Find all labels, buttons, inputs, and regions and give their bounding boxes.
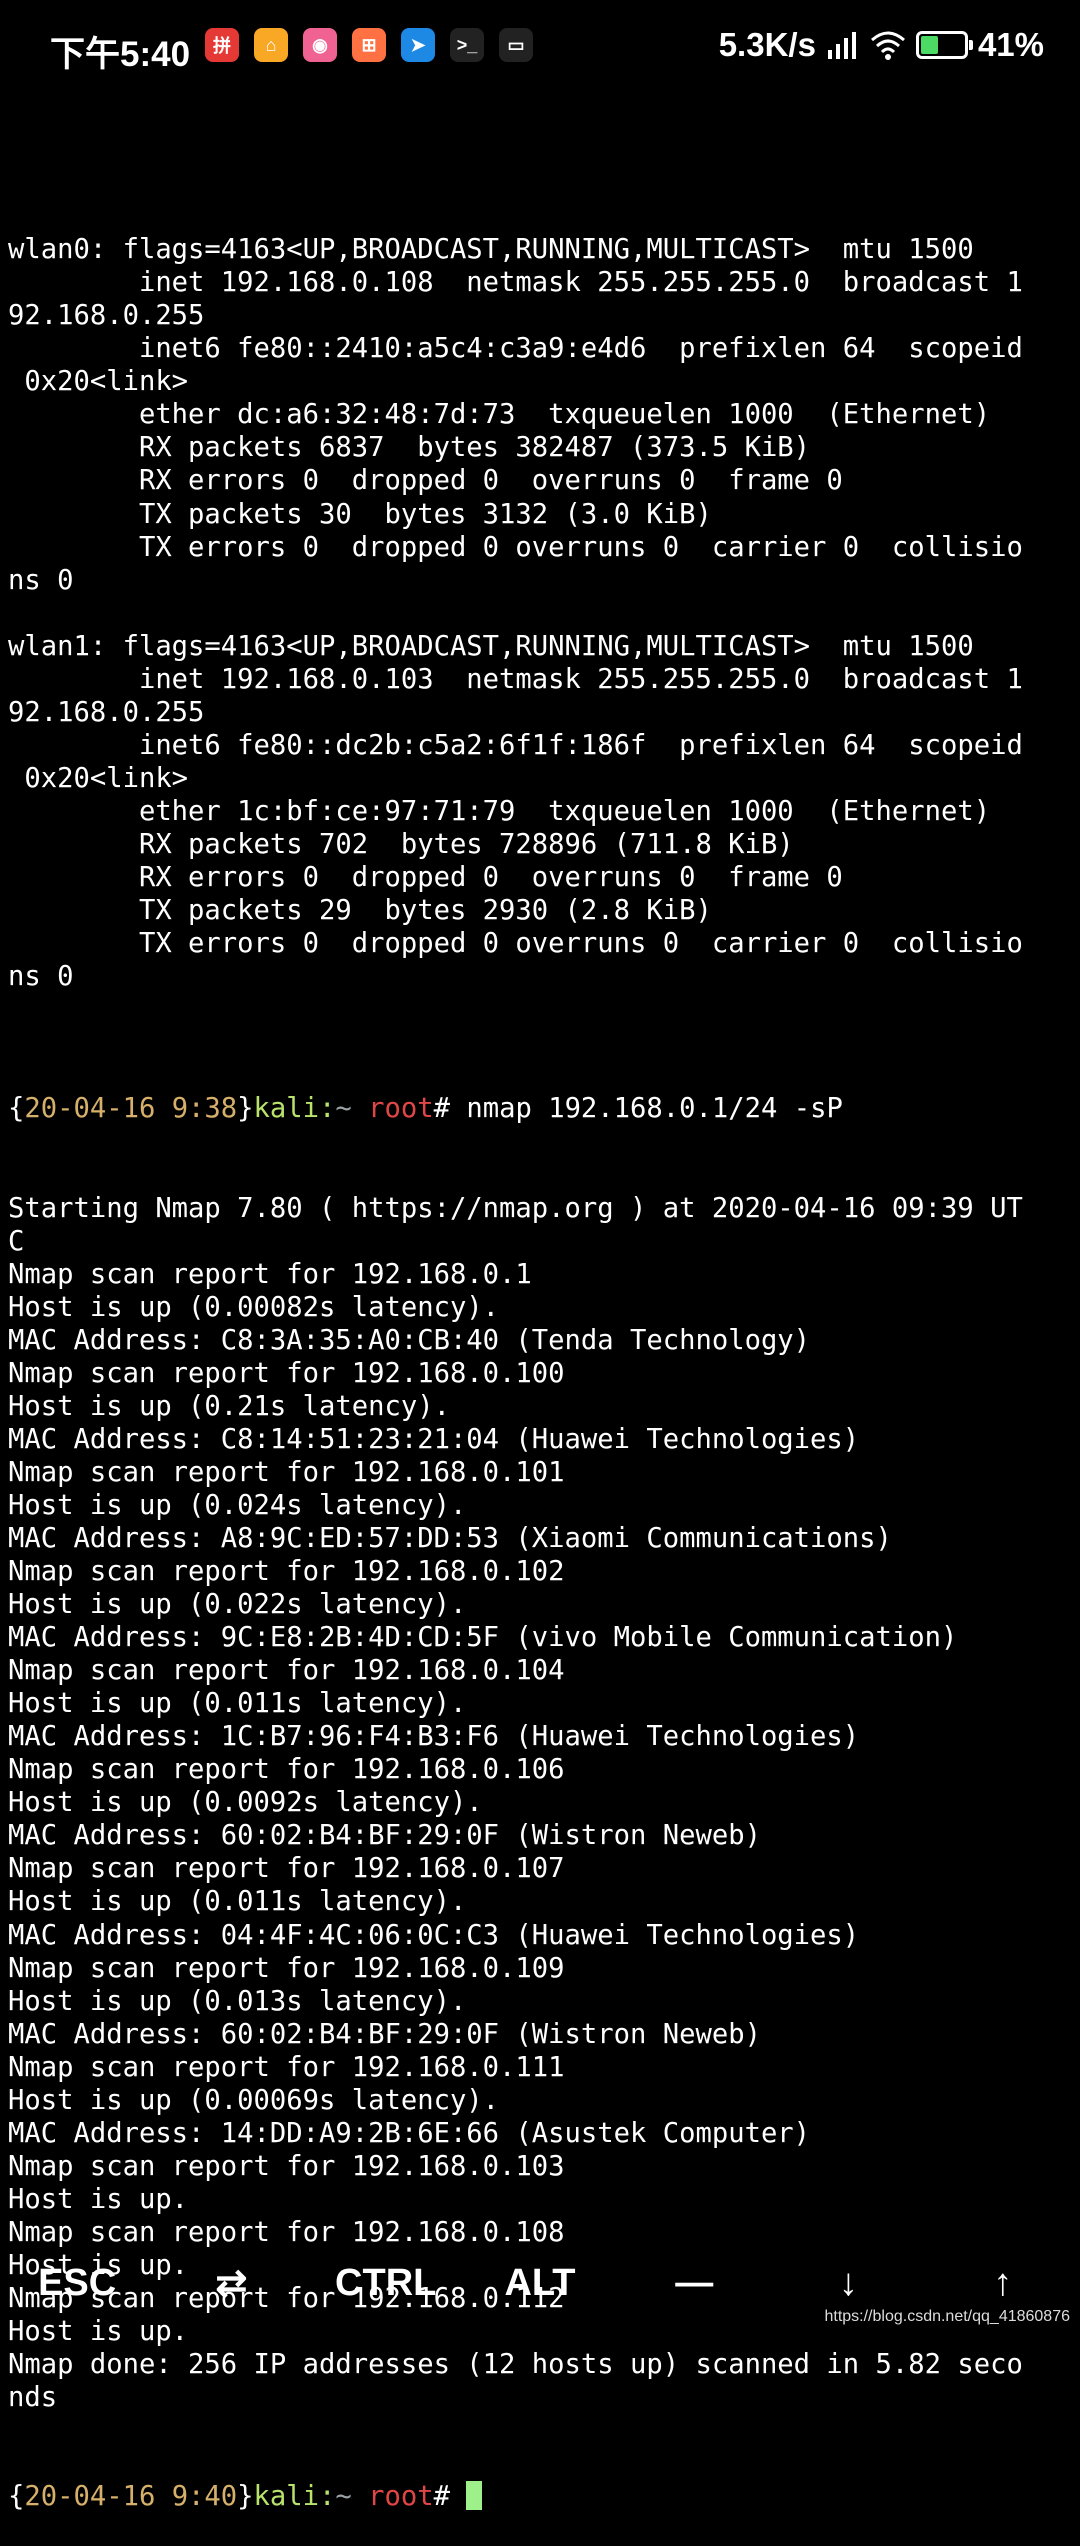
nmap-line: Nmap scan report for 192.168.0.1 [8,1258,532,1290]
ifconfig-line: TX packets 29 bytes 2930 (2.8 KiB) [8,895,712,927]
terminal-output[interactable]: wlan0: flags=4163<UP,BROADCAST,RUNNING,M… [8,134,1072,2546]
ifconfig-line: wlan0: flags=4163<UP,BROADCAST,RUNNING,M… [8,234,974,266]
nmap-line: MAC Address: 04:4F:4C:06:0C:C3 (Huawei T… [8,1919,860,1951]
ifconfig-line: RX packets 702 bytes 728896 (711.8 KiB) [8,828,794,860]
ifconfig-line: inet 192.168.0.108 netmask 255.255.255.0… [8,267,1023,299]
notification-icons: 拼 ⌂ ◉ ⊞ ➤ >_ ▭ [205,28,533,62]
ifconfig-line: TX errors 0 dropped 0 overruns 0 carrier… [8,928,1023,960]
ifconfig-line: ns 0 [8,961,74,993]
ifconfig-line: 92.168.0.255 [8,300,205,332]
prompt-user-2: root [351,2481,434,2513]
nmap-line: Host is up (0.0092s latency). [8,1787,483,1819]
dash-key[interactable]: — [617,2238,771,2328]
nmap-line: MAC Address: C8:14:51:23:21:04 (Huawei T… [8,1423,860,1455]
esc-key[interactable]: ESC [0,2238,154,2328]
nmap-line: Starting Nmap 7.80 ( https://nmap.org ) … [8,1192,1023,1224]
status-right: 5.3K/s 41% [719,26,1044,64]
watermark: https://blog.csdn.net/qq_41860876 [824,2308,1070,2325]
status-bar: 下午5:40 拼 ⌂ ◉ ⊞ ➤ >_ ▭ 5.3K/s 41% [0,0,1080,100]
ifconfig-output: wlan0: flags=4163<UP,BROADCAST,RUNNING,M… [8,200,1072,1026]
nmap-line: MAC Address: A8:9C:ED:57:DD:53 (Xiaomi C… [8,1522,892,1554]
app-icon-1: 拼 [205,28,239,62]
nmap-line: Nmap scan report for 192.168.0.101 [8,1456,565,1488]
tab-key[interactable]: ⇄ [154,2238,308,2328]
nmap-line: Nmap scan report for 192.168.0.102 [8,1556,565,1588]
ifconfig-line [8,200,1072,233]
nmap-line: MAC Address: 9C:E8:2B:4D:CD:5F (vivo Mob… [8,1622,958,1654]
terminal-icon: >_ [450,28,484,62]
ifconfig-line: 0x20<link> [8,366,189,398]
nmap-line: Host is up (0.21s latency). [8,1390,450,1422]
nmap-line: MAC Address: 60:02:B4:BF:29:0F (Wistron … [8,1820,761,1852]
ifconfig-line: RX packets 6837 bytes 382487 (373.5 KiB) [8,432,811,464]
net-speed: 5.3K/s [718,26,816,63]
nmap-line: MAC Address: C8:3A:35:A0:CB:40 (Tenda Te… [8,1324,811,1356]
nmap-line: Host is up. [8,2183,189,2215]
screen-icon: ▭ [499,28,533,62]
nmap-line: Nmap scan report for 192.168.0.100 [8,1357,565,1389]
status-time: 下午5:40 [50,35,191,74]
app-icon-4: ⊞ [352,28,386,62]
prompt-date-2: 20-04-16 9:40 [24,2481,238,2513]
nmap-line: MAC Address: 14:DD:A9:2B:6E:66 (Asustek … [8,2117,811,2149]
nmap-line: Nmap done: 256 IP addresses (12 hosts up… [8,2349,1023,2381]
prompt-host: kali: [253,1093,336,1125]
ifconfig-line: ether dc:a6:32:48:7d:73 txqueuelen 1000 … [8,399,991,431]
prompt-user: root [351,1093,434,1125]
text-cursor[interactable] [466,2481,483,2511]
ifconfig-line [8,993,1072,1026]
battery-percent: 41% [977,26,1044,63]
ifconfig-line: wlan1: flags=4163<UP,BROADCAST,RUNNING,M… [8,630,974,662]
ifconfig-line: RX errors 0 dropped 0 overruns 0 frame 0 [8,465,843,497]
prompt-line-1: {20-04-16 9:38}kali:~ root# nmap 192.168… [8,1093,843,1125]
nmap-line: Host is up (0.00069s latency). [8,2084,500,2116]
battery-level [920,36,939,54]
prompt-date: 20-04-16 9:38 [24,1093,238,1125]
nmap-line: Nmap scan report for 192.168.0.104 [8,1655,565,1687]
nmap-line: Nmap scan report for 192.168.0.103 [8,2150,565,2182]
nmap-line: Nmap scan report for 192.168.0.111 [8,2051,565,2083]
signal-icon [827,32,856,59]
nmap-line: Host is up (0.011s latency). [8,1886,467,1918]
app-icon-2: ⌂ [254,28,288,62]
nmap-line: C [8,1225,25,1257]
nmap-line: MAC Address: 1C:B7:96:F4:B3:F6 (Huawei T… [8,1721,860,1753]
prompt-host-2: kali: [253,2481,336,2513]
ifconfig-line: RX errors 0 dropped 0 overruns 0 frame 0 [8,862,843,894]
wifi-icon [870,31,905,60]
ifconfig-line: ns 0 [8,564,74,596]
prompt-line-2[interactable]: {20-04-16 9:40}kali:~ root# [8,2480,1072,2513]
app-icon-3: ◉ [303,28,337,62]
prompt-command: nmap 192.168.0.1/24 -sP [466,1093,843,1125]
nmap-line: Host is up (0.024s latency). [8,1489,467,1521]
nmap-line: Nmap scan report for 192.168.0.107 [8,1853,565,1885]
nmap-line: Nmap scan report for 192.168.0.109 [8,1952,565,1984]
nmap-line: Nmap scan report for 192.168.0.106 [8,1754,565,1786]
nmap-line: Host is up (0.013s latency). [8,1985,467,2017]
nmap-output: Starting Nmap 7.80 ( https://nmap.org ) … [8,1192,1072,2415]
ifconfig-line: ether 1c:bf:ce:97:71:79 txqueuelen 1000 … [8,795,991,827]
nmap-line: nds [8,2382,58,2414]
ifconfig-line: inet6 fe80::dc2b:c5a2:6f1f:186f prefixle… [8,729,1023,761]
ifconfig-line: inet 192.168.0.103 netmask 255.255.255.0… [8,663,1023,695]
ctrl-key[interactable]: CTRL [309,2238,463,2328]
ifconfig-line: 92.168.0.255 [8,696,205,728]
ifconfig-line: inet6 fe80::2410:a5c4:c3a9:e4d6 prefixle… [8,333,1023,365]
alt-key[interactable]: ALT [463,2238,617,2328]
nmap-line: Host is up (0.00082s latency). [8,1291,500,1323]
ifconfig-line: TX errors 0 dropped 0 overruns 0 carrier… [8,531,1023,563]
battery-icon [915,31,973,59]
nmap-line: Host is up (0.022s latency). [8,1589,467,1621]
ifconfig-line [8,597,1072,630]
app-icon-5: ➤ [401,28,435,62]
nmap-line: MAC Address: 60:02:B4:BF:29:0F (Wistron … [8,2018,761,2050]
prompt-dir-2: ~ [335,2481,352,2513]
prompt-dir: ~ [335,1093,352,1125]
ifconfig-line: TX packets 30 bytes 3132 (3.0 KiB) [8,498,712,530]
ifconfig-line: 0x20<link> [8,762,189,794]
nmap-line: Host is up (0.011s latency). [8,1688,467,1720]
